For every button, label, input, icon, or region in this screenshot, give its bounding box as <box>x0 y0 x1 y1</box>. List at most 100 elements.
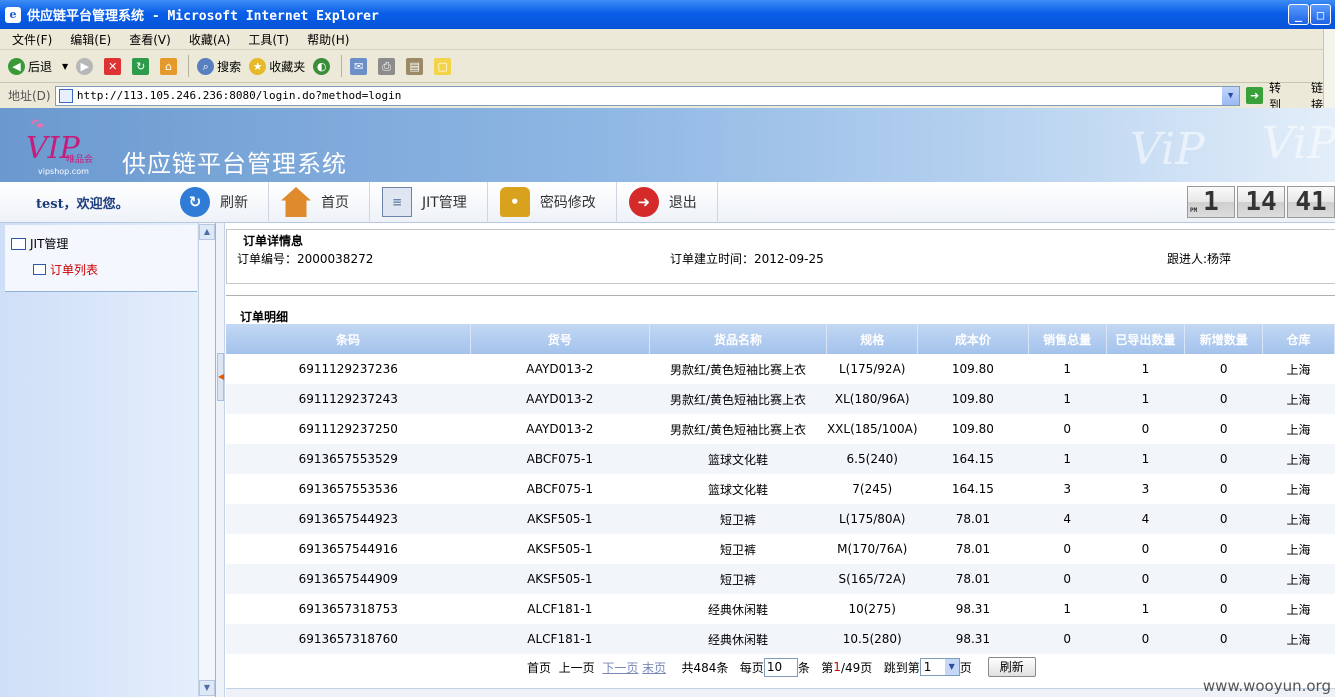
pane-splitter[interactable]: ◀ <box>216 223 225 697</box>
pager-next[interactable]: 下一页 <box>602 659 638 676</box>
col-added[interactable]: 新增数量 <box>1184 324 1264 354</box>
jump-page-value: 1 <box>923 660 932 674</box>
table-row[interactable]: 6911129237250 AAYD013-2 男款红/黄色短袖比赛上衣 XXL(18… <box>226 414 1335 444</box>
pager-jump-label: 跳到第 <box>883 660 920 675</box>
scroll-down-icon[interactable]: ▼ <box>199 680 215 696</box>
col-product-name[interactable]: 货品名称 <box>649 324 828 354</box>
table-cell: 上海 <box>1286 602 1311 617</box>
toolbar-chevron[interactable] <box>1323 29 1335 108</box>
table-row[interactable]: 6913657544923 AKSF505-1 短卫裤 L(175/80A) 78.01… <box>226 504 1335 534</box>
tree-item-order-list-label: 订单列表 <box>50 263 99 277</box>
table-row[interactable]: 6911129237236 AAYD013-2 男款红/黄色短袖比赛上衣 L(175/… <box>226 354 1335 384</box>
jump-page-select[interactable]: 1 ▼ <box>919 658 960 676</box>
table-cell: 0 <box>1141 542 1150 556</box>
col-spec[interactable]: 规格 <box>826 324 919 354</box>
table-cell: 1 <box>1063 362 1071 376</box>
menu-edit[interactable]: 编辑(E) <box>58 31 117 48</box>
nav-refresh[interactable]: ↻ 刷新 <box>180 181 269 223</box>
back-dropdown-icon[interactable]: ▼ <box>62 62 68 71</box>
pager-refresh-button[interactable]: 刷新 <box>987 657 1036 677</box>
table-row[interactable]: 6913657553536 ABCF075-1 篮球文化鞋 7(245) 164.15 3… <box>226 474 1335 504</box>
table-cell: 78.01 <box>917 564 1029 594</box>
back-button[interactable]: ◀ 后退 ▼ <box>8 57 68 75</box>
svg-text:唯品会: 唯品会 <box>66 153 93 165</box>
tree-item-order-list[interactable]: 订单列表 <box>33 261 98 278</box>
pager-prev[interactable]: 上一页 <box>559 659 595 676</box>
nav-password[interactable]: • 密码修改 <box>499 181 617 223</box>
home-page-icon[interactable]: ⌂ <box>160 57 178 75</box>
table-cell: 0 <box>1219 602 1228 616</box>
col-sku[interactable]: 货号 <box>470 324 650 354</box>
table-cell: 6913657553536 <box>298 482 398 496</box>
tree-item-jit[interactable]: JIT管理 <box>11 235 68 252</box>
table-header-row: 条码 货号 货品名称 规格 成本价 销售总量 已导出数量 新增数量 仓库 <box>226 324 1335 354</box>
list-icon <box>33 264 46 275</box>
divider <box>226 295 1335 296</box>
document-icon: ≡ <box>382 187 412 217</box>
col-sold[interactable]: 销售总量 <box>1028 324 1107 354</box>
scroll-up-icon[interactable]: ▲ <box>199 224 215 240</box>
back-arrow-icon: ◀ <box>8 57 25 75</box>
table-cell: 上海 <box>1262 504 1335 534</box>
table-row[interactable]: 6913657544916 AKSF505-1 短卫裤 M(170/76A) 78.01… <box>226 534 1335 564</box>
table-cell: 6911129237236 <box>298 362 398 376</box>
col-cost[interactable]: 成本价 <box>917 324 1029 354</box>
table-cell: 上海 <box>1286 422 1311 437</box>
pager-total: 共484条 <box>681 660 729 675</box>
favorites-label: 收藏夹 <box>269 59 306 74</box>
content-horizontal-scrollbar[interactable] <box>226 688 1335 697</box>
minimize-button[interactable]: _ <box>1288 4 1309 25</box>
clock-period: PM <box>1190 207 1198 214</box>
col-exported[interactable]: 已导出数量 <box>1106 324 1186 354</box>
table-cell: 上海 <box>1262 624 1335 654</box>
table-cell: 6913657318753 <box>298 602 398 616</box>
table-cell: L(175/80A) <box>826 504 918 534</box>
search-label: 搜索 <box>217 59 242 74</box>
table-cell: 4 <box>1028 504 1107 534</box>
edit-icon[interactable]: ▤ <box>406 57 424 75</box>
table-row[interactable]: 6913657318760 ALCF181-1 经典休闲鞋 10.5(280) 98.3… <box>226 624 1335 654</box>
menu-view[interactable]: 查看(V) <box>117 31 177 48</box>
table-row[interactable]: 6911129237243 AAYD013-2 男款红/黄色短袖比赛上衣 XL(180… <box>226 384 1335 414</box>
menu-favorites[interactable]: 收藏(A) <box>177 31 237 48</box>
pager-page-prefix: 第 <box>821 660 834 675</box>
table-cell: 0 <box>1184 504 1263 534</box>
table-cell: 6913657318760 <box>226 624 471 654</box>
discuss-icon[interactable]: ▢ <box>434 57 452 75</box>
col-barcode[interactable]: 条码 <box>226 324 471 354</box>
collapse-sidebar-icon[interactable]: ◀ <box>217 353 224 401</box>
sidebar-scrollbar[interactable]: ▲ ▼ <box>198 223 215 697</box>
menu-file[interactable]: 文件(F) <box>0 31 58 48</box>
table-cell: L(175/92A) <box>838 362 906 376</box>
table-row[interactable]: 6913657318753 ALCF181-1 经典休闲鞋 10(275) 98.31 1… <box>226 594 1335 624</box>
col-warehouse[interactable]: 仓库 <box>1262 324 1335 354</box>
table-cell: AKSF505-1 <box>470 564 650 594</box>
nav-jit[interactable]: ≡ JIT管理 <box>382 181 488 223</box>
star-icon: ★ <box>249 57 267 75</box>
menu-help[interactable]: 帮助(H) <box>295 31 355 48</box>
per-page-input[interactable] <box>763 657 798 677</box>
refresh-page-icon[interactable]: ↻ <box>132 57 150 75</box>
nav-home[interactable]: 首页 <box>281 181 370 223</box>
mail-icon[interactable]: ✉ <box>350 57 368 75</box>
pager-last[interactable]: 末页 <box>642 659 666 676</box>
nav-logout[interactable]: ➜ 退出 <box>628 181 718 223</box>
table-cell: 6911129237243 <box>226 384 471 414</box>
address-dropdown-icon[interactable]: ▼ <box>1222 86 1240 105</box>
favorites-button[interactable]: ★ 收藏夹 <box>249 57 306 75</box>
menu-tools[interactable]: 工具(T) <box>236 31 295 48</box>
tree-item-jit-label: JIT管理 <box>30 237 69 251</box>
clock-second: 41 <box>1287 186 1335 218</box>
print-icon[interactable]: ⎙ <box>378 57 396 75</box>
address-input[interactable]: http://113.105.246.236:8080/login.do?met… <box>54 85 1241 106</box>
search-button[interactable]: ⌕ 搜索 <box>197 57 242 75</box>
stop-icon[interactable]: ✕ <box>104 57 122 75</box>
forward-button[interactable]: ▶ <box>76 57 96 75</box>
table-cell: AAYD013-2 <box>526 362 594 376</box>
pager-first[interactable]: 首页 <box>527 659 551 676</box>
table-row[interactable]: 6913657553529 ABCF075-1 篮球文化鞋 6.5(240) 164.1… <box>226 444 1335 474</box>
maximize-button[interactable]: □ <box>1310 4 1331 25</box>
media-icon[interactable]: ◐ <box>313 57 331 75</box>
app-banner: VIP 唯品会 vipshop.com 供应链平台管理系统 ViP ViP <box>0 108 1335 182</box>
table-row[interactable]: 6913657544909 AKSF505-1 短卫裤 S(165/72A) 78.01… <box>226 564 1335 594</box>
